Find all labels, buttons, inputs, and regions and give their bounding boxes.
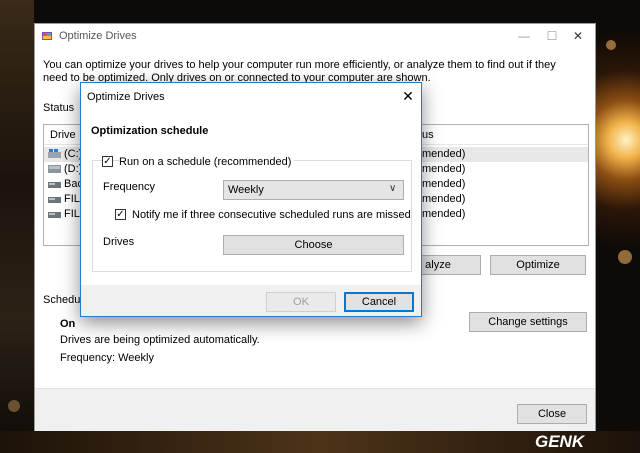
drives-label: Drives bbox=[103, 236, 135, 248]
bokeh-light bbox=[606, 40, 616, 50]
dialog-close-icon[interactable]: ✕ bbox=[399, 88, 417, 104]
background-lamp bbox=[596, 0, 640, 453]
drive-status: mended) bbox=[422, 163, 466, 175]
genk-watermark-logo: GENK bbox=[535, 432, 586, 451]
choose-drives-button[interactable]: Choose bbox=[223, 235, 404, 255]
bokeh-light bbox=[618, 250, 632, 264]
optimization-schedule-dialog: Optimize Drives ✕ Optimization schedule … bbox=[80, 82, 422, 317]
column-header-drive[interactable]: Drive bbox=[50, 129, 76, 141]
column-header-status[interactable]: us bbox=[422, 129, 434, 141]
hard-drive-icon bbox=[48, 182, 61, 188]
window-title: Optimize Drives bbox=[59, 30, 137, 42]
bokeh-light bbox=[8, 400, 20, 412]
dialog-title-bar[interactable]: Optimize Drives ✕ bbox=[81, 83, 421, 109]
notify-missed-runs-label[interactable]: Notify me if three consecutive scheduled… bbox=[132, 209, 411, 221]
frequency-label: Frequency bbox=[103, 181, 155, 193]
window-footer: Close bbox=[35, 388, 595, 431]
schedule-frequency: Frequency: Weekly bbox=[60, 352, 154, 364]
background-left bbox=[0, 0, 34, 453]
ok-button[interactable]: OK bbox=[266, 292, 336, 312]
dialog-footer: OK Cancel bbox=[81, 285, 421, 316]
notify-missed-runs-checkbox[interactable]: ✓ bbox=[115, 209, 126, 220]
defrag-app-icon bbox=[42, 32, 52, 40]
run-on-schedule-checkbox[interactable]: ✓ bbox=[102, 156, 113, 167]
schedule-description: Drives are being optimized automatically… bbox=[60, 334, 260, 346]
system-drive-icon bbox=[48, 149, 61, 158]
frequency-value: Weekly bbox=[228, 184, 264, 196]
chevron-down-icon: ∨ bbox=[389, 183, 397, 194]
hard-drive-icon bbox=[48, 212, 61, 218]
title-bar[interactable]: Optimize Drives — ☐ ✕ bbox=[35, 24, 595, 48]
close-window-button[interactable]: ✕ bbox=[565, 27, 591, 45]
drive-status: mended) bbox=[422, 148, 466, 160]
schedule-state: On bbox=[60, 318, 76, 330]
drive-status: mended) bbox=[422, 208, 466, 220]
hard-drive-icon bbox=[48, 197, 61, 203]
drive-status: mended) bbox=[422, 178, 466, 190]
optimize-button[interactable]: Optimize bbox=[490, 255, 586, 275]
dialog-title: Optimize Drives bbox=[87, 91, 165, 103]
watermark-text: GENK bbox=[535, 432, 586, 451]
hard-drive-icon bbox=[48, 165, 61, 173]
minimize-button[interactable]: — bbox=[511, 27, 537, 45]
cancel-button[interactable]: Cancel bbox=[344, 292, 414, 312]
dialog-heading: Optimization schedule bbox=[91, 125, 209, 137]
frequency-dropdown[interactable]: Weekly ∨ bbox=[223, 180, 404, 200]
drive-status: mended) bbox=[422, 193, 466, 205]
maximize-button[interactable]: ☐ bbox=[539, 27, 565, 45]
close-button[interactable]: Close bbox=[517, 404, 587, 424]
status-section-label: Status bbox=[43, 102, 75, 114]
change-settings-button[interactable]: Change settings bbox=[469, 312, 587, 332]
run-on-schedule-label[interactable]: Run on a schedule (recommended) bbox=[119, 156, 295, 168]
